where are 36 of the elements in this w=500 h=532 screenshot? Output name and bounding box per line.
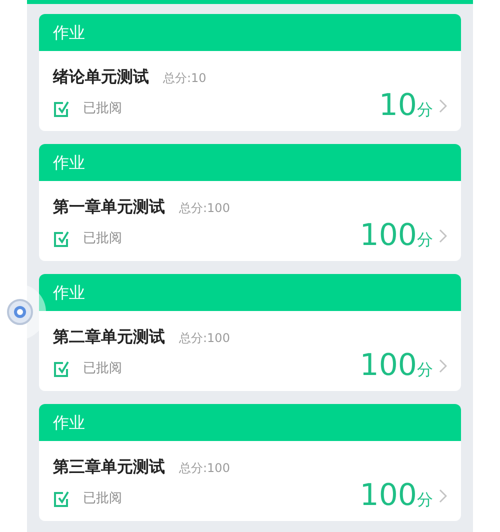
chevron-right-icon	[439, 489, 447, 503]
checked-document-icon	[53, 360, 71, 378]
assignment-title: 第一章单元测试	[53, 196, 165, 218]
chevron-right-icon	[439, 99, 447, 113]
total-score: 总分:10	[163, 70, 206, 87]
checked-document-icon	[53, 230, 71, 248]
score-value: 100	[360, 351, 417, 381]
review-status: 已批阅	[83, 490, 122, 508]
assignment-card[interactable]: 作业 第一章单元测试 总分:100 已批阅 100分	[39, 144, 461, 261]
score-unit: 分	[417, 492, 433, 508]
card-header-title: 作业	[53, 412, 85, 434]
score-unit: 分	[417, 232, 433, 248]
card-header-title: 作业	[53, 22, 85, 44]
assignment-title: 绪论单元测试	[53, 66, 149, 88]
total-score: 总分:100	[179, 330, 230, 347]
assignment-card[interactable]: 作业 绪论单元测试 总分:10 已批阅 10分	[39, 14, 461, 131]
assignment-card[interactable]: 作业 第二章单元测试 总分:100 已批阅 100分	[39, 274, 461, 391]
assignment-title: 第三章单元测试	[53, 456, 165, 478]
card-header-title: 作业	[53, 152, 85, 174]
review-status: 已批阅	[83, 100, 122, 118]
score-unit: 分	[417, 362, 433, 378]
total-score: 总分:100	[179, 200, 230, 217]
total-score: 总分:100	[179, 460, 230, 477]
card-header-title: 作业	[53, 282, 85, 304]
chevron-right-icon	[439, 229, 447, 243]
score-unit: 分	[417, 102, 433, 118]
score-value: 100	[360, 221, 417, 251]
score-value: 10	[378, 91, 417, 121]
review-status: 已批阅	[83, 360, 122, 378]
assignment-title: 第二章单元测试	[53, 326, 165, 348]
checked-document-icon	[53, 490, 71, 508]
chevron-right-icon	[439, 359, 447, 373]
review-status: 已批阅	[83, 230, 122, 248]
assignment-card[interactable]: 作业 第三章单元测试 总分:100 已批阅 100分	[39, 404, 461, 521]
score-value: 100	[360, 481, 417, 511]
checked-document-icon	[53, 100, 71, 118]
